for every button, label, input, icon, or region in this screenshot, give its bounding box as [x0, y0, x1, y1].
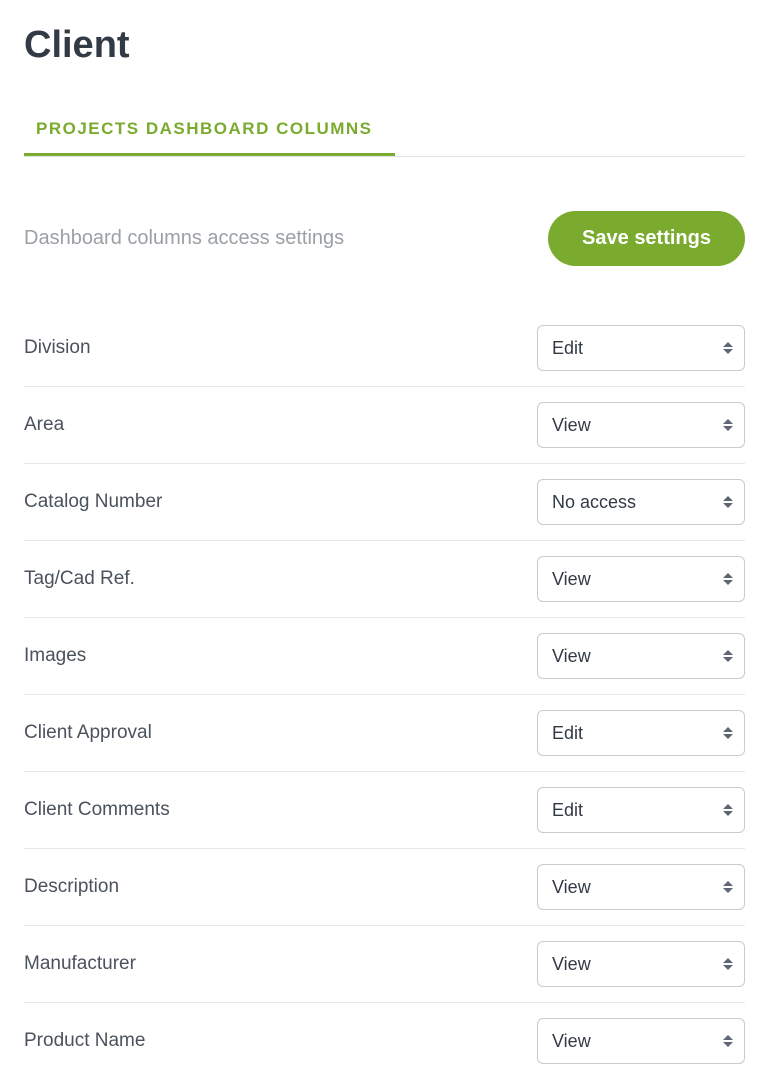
- settings-row: Client Comments EditViewNo access: [24, 772, 745, 849]
- settings-row: Manufacturer EditViewNo access: [24, 926, 745, 1003]
- access-select[interactable]: EditViewNo access: [537, 479, 745, 525]
- access-select-wrap: EditViewNo access: [537, 325, 745, 371]
- access-select-wrap: EditViewNo access: [537, 402, 745, 448]
- settings-rows: Division EditViewNo access Area EditViewNo …: [24, 310, 745, 1079]
- tabs-bar: Projects Dashboard Columns: [24, 103, 745, 157]
- save-settings-button[interactable]: Save settings: [548, 211, 745, 266]
- access-select-wrap: EditViewNo access: [537, 633, 745, 679]
- tab-projects-dashboard-columns[interactable]: Projects Dashboard Columns: [24, 103, 395, 156]
- access-select-wrap: EditViewNo access: [537, 1018, 745, 1064]
- access-select[interactable]: EditViewNo access: [537, 864, 745, 910]
- tab-label: Projects Dashboard Columns: [36, 119, 373, 138]
- page-title: Client: [24, 24, 745, 67]
- settings-row: Area EditViewNo access: [24, 387, 745, 464]
- settings-row: Images EditViewNo access: [24, 618, 745, 695]
- row-label: Manufacturer: [24, 953, 136, 975]
- row-label: Client Comments: [24, 799, 170, 821]
- access-select[interactable]: EditViewNo access: [537, 787, 745, 833]
- access-select-wrap: EditViewNo access: [537, 710, 745, 756]
- row-label: Catalog Number: [24, 491, 162, 513]
- access-select[interactable]: EditViewNo access: [537, 710, 745, 756]
- access-select[interactable]: EditViewNo access: [537, 325, 745, 371]
- page-container: Client Projects Dashboard Columns Dashbo…: [0, 0, 769, 1079]
- access-select-wrap: EditViewNo access: [537, 864, 745, 910]
- settings-row: Tag/Cad Ref. EditViewNo access: [24, 541, 745, 618]
- settings-row: Client Approval EditViewNo access: [24, 695, 745, 772]
- settings-row: Catalog Number EditViewNo access: [24, 464, 745, 541]
- row-label: Area: [24, 414, 64, 436]
- section-subtitle: Dashboard columns access settings: [24, 227, 344, 250]
- row-label: Tag/Cad Ref.: [24, 568, 135, 590]
- settings-row: Division EditViewNo access: [24, 310, 745, 387]
- row-label: Division: [24, 337, 91, 359]
- access-select[interactable]: EditViewNo access: [537, 1018, 745, 1064]
- access-select-wrap: EditViewNo access: [537, 479, 745, 525]
- access-select[interactable]: EditViewNo access: [537, 556, 745, 602]
- access-select[interactable]: EditViewNo access: [537, 941, 745, 987]
- section-header: Dashboard columns access settings Save s…: [24, 211, 745, 266]
- settings-row: Product Name EditViewNo access: [24, 1003, 745, 1079]
- row-label: Product Name: [24, 1030, 145, 1052]
- access-select[interactable]: EditViewNo access: [537, 633, 745, 679]
- access-select-wrap: EditViewNo access: [537, 556, 745, 602]
- access-select-wrap: EditViewNo access: [537, 787, 745, 833]
- row-label: Description: [24, 876, 119, 898]
- row-label: Images: [24, 645, 86, 667]
- settings-row: Description EditViewNo access: [24, 849, 745, 926]
- row-label: Client Approval: [24, 722, 152, 744]
- access-select[interactable]: EditViewNo access: [537, 402, 745, 448]
- access-select-wrap: EditViewNo access: [537, 941, 745, 987]
